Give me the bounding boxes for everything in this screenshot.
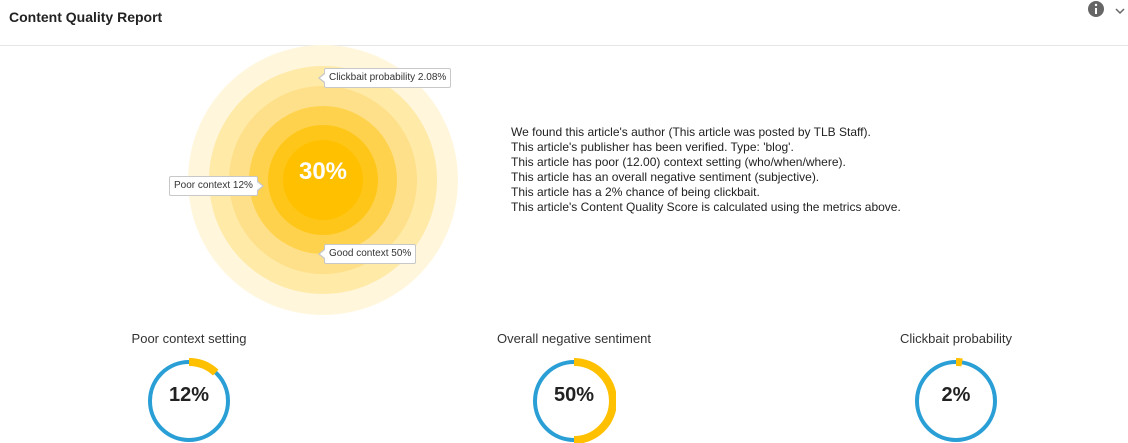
metric-poor-context: Poor context setting 12% (69, 331, 309, 442)
metric-value: 12% (168, 384, 210, 406)
poor-context-callout: Poor context 12% (169, 176, 264, 196)
summary-line: This article's publisher has been verifi… (511, 140, 794, 154)
score-value: 30% (298, 158, 348, 185)
metric-value: 50% (553, 384, 595, 406)
metric-title: Overall negative sentiment (497, 331, 651, 346)
metric-value: 2% (941, 384, 971, 406)
metric-clickbait: Clickbait probability 2% (836, 331, 1076, 442)
metric-negative-sentiment: Overall negative sentiment 50% (454, 331, 694, 443)
summary-line: This article has an overall negative sen… (511, 170, 820, 184)
summary-text: We found this article's author (This art… (511, 125, 901, 215)
metric-title: Poor context setting (131, 331, 247, 346)
good-context-callout-label: Good context 50% (329, 248, 412, 259)
summary-line: This article has a 2% chance of being cl… (511, 185, 760, 199)
clickbait-callout: Clickbait probability 2.08% (318, 68, 452, 88)
poor-context-callout-label: Poor context 12% (174, 180, 253, 191)
metric-title: Clickbait probability (900, 331, 1012, 346)
summary-line: This article has poor (12.00) context se… (511, 155, 846, 169)
good-context-callout: Good context 50% (318, 244, 417, 264)
clickbait-callout-label: Clickbait probability 2.08% (329, 72, 447, 83)
summary-line: We found this article's author (This art… (511, 125, 871, 139)
summary-line: This article's Content Quality Score is … (511, 200, 901, 214)
gauge-fill (188, 358, 219, 376)
